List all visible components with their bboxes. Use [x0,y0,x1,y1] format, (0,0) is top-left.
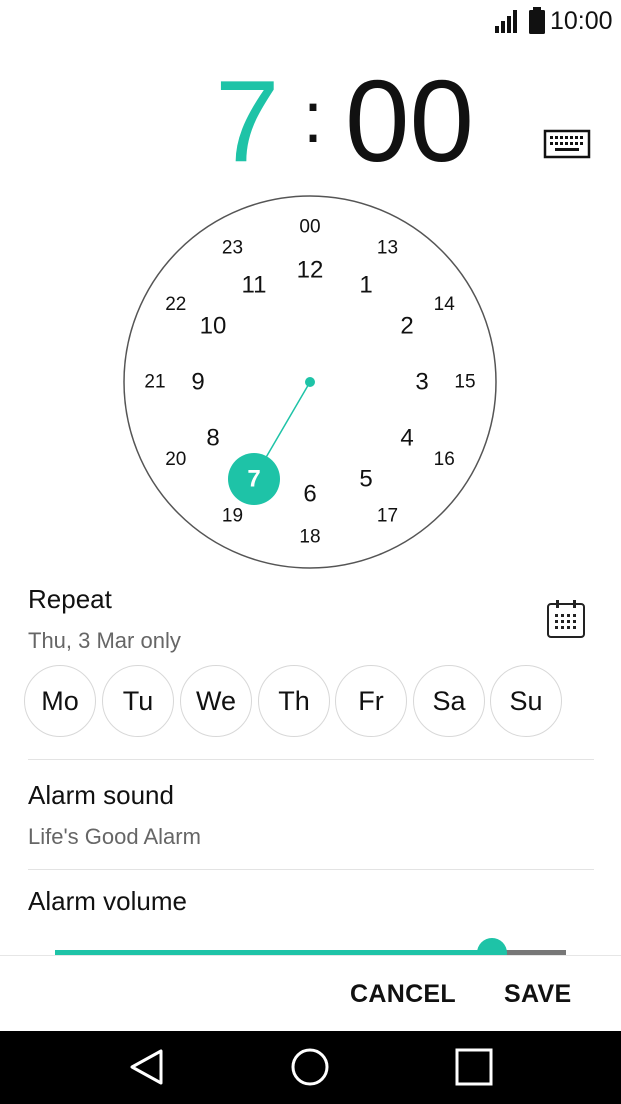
back-icon[interactable] [128,1047,166,1087]
day-toggle-mo[interactable]: Mo [24,665,96,737]
status-bar: 10:00 [0,0,621,42]
action-bar: CANCEL SAVE [0,955,621,1032]
clock-face[interactable]: 121234567891011 001314151617181920212223 [120,192,500,572]
day-selector: Mo Tu We Th Fr Sa Su [24,665,584,741]
outer-hour-16[interactable]: 16 [434,449,455,470]
inner-hour-12[interactable]: 12 [297,257,324,284]
battery-icon [529,7,545,34]
outer-hour-23[interactable]: 23 [222,237,243,258]
alarm-edit-screen: 10:00 7 : 00 12 1 2 3 4 5 6 7 8 9 10 11 00 13 14 15 16 1… [0,0,621,1104]
signal-icon [495,10,517,33]
alarm-volume-title: Alarm volume [28,886,187,916]
day-toggle-fr[interactable]: Fr [335,665,407,737]
inner-hour-9[interactable]: 9 [191,369,204,396]
day-toggle-tu[interactable]: Tu [102,665,174,737]
inner-hour-3[interactable]: 3 [415,369,428,396]
outer-hour-14[interactable]: 14 [434,294,456,315]
day-toggle-th[interactable]: Th [258,665,330,737]
cancel-button[interactable]: CANCEL [350,980,456,1009]
inner-hour-10[interactable]: 10 [200,313,227,340]
recent-apps-icon[interactable] [455,1048,493,1086]
day-toggle-sa[interactable]: Sa [413,665,485,737]
alarm-sound-title[interactable]: Alarm sound [28,780,174,811]
outer-hour-00[interactable]: 00 [299,217,320,238]
save-button[interactable]: SAVE [504,980,571,1009]
alarm-volume-slider[interactable] [55,936,566,956]
outer-hour-21[interactable]: 21 [144,372,165,393]
inner-hour-1[interactable]: 1 [359,272,372,299]
home-icon[interactable] [290,1047,330,1087]
calendar-icon[interactable] [545,598,587,640]
outer-hour-15[interactable]: 15 [454,372,475,393]
minute-display[interactable]: 00 [345,56,474,186]
hour-display[interactable]: 7 [215,56,280,186]
outer-hour-13[interactable]: 13 [377,237,398,258]
clock-center [305,377,315,387]
navigation-bar [0,1031,621,1104]
keyboard-icon[interactable] [543,128,591,160]
inner-hour-4[interactable]: 4 [400,425,413,452]
time-separator: : [303,78,324,158]
outer-hour-18[interactable]: 18 [299,527,320,548]
inner-hour-11[interactable]: 11 [242,272,267,299]
outer-hour-20[interactable]: 20 [165,449,186,470]
repeat-title: Repeat [28,584,112,614]
inner-hour-8[interactable]: 8 [206,425,219,452]
inner-hour-2[interactable]: 2 [400,313,413,340]
divider [28,869,594,870]
divider [28,759,594,760]
inner-hour-6[interactable]: 6 [303,481,316,508]
outer-hour-19[interactable]: 19 [222,506,243,527]
inner-hour-5[interactable]: 5 [359,465,372,492]
day-toggle-we[interactable]: We [180,665,252,737]
day-toggle-su[interactable]: Su [490,665,562,737]
repeat-summary: Thu, 3 Mar only [28,628,181,653]
alarm-sound-value[interactable]: Life's Good Alarm [28,824,201,850]
status-time: 10:00 [550,7,613,35]
slider-thumb[interactable] [477,938,507,956]
outer-hour-22[interactable]: 22 [165,294,186,315]
inner-hour-7[interactable]: 7 [247,465,260,492]
outer-hour-17[interactable]: 17 [377,506,398,527]
